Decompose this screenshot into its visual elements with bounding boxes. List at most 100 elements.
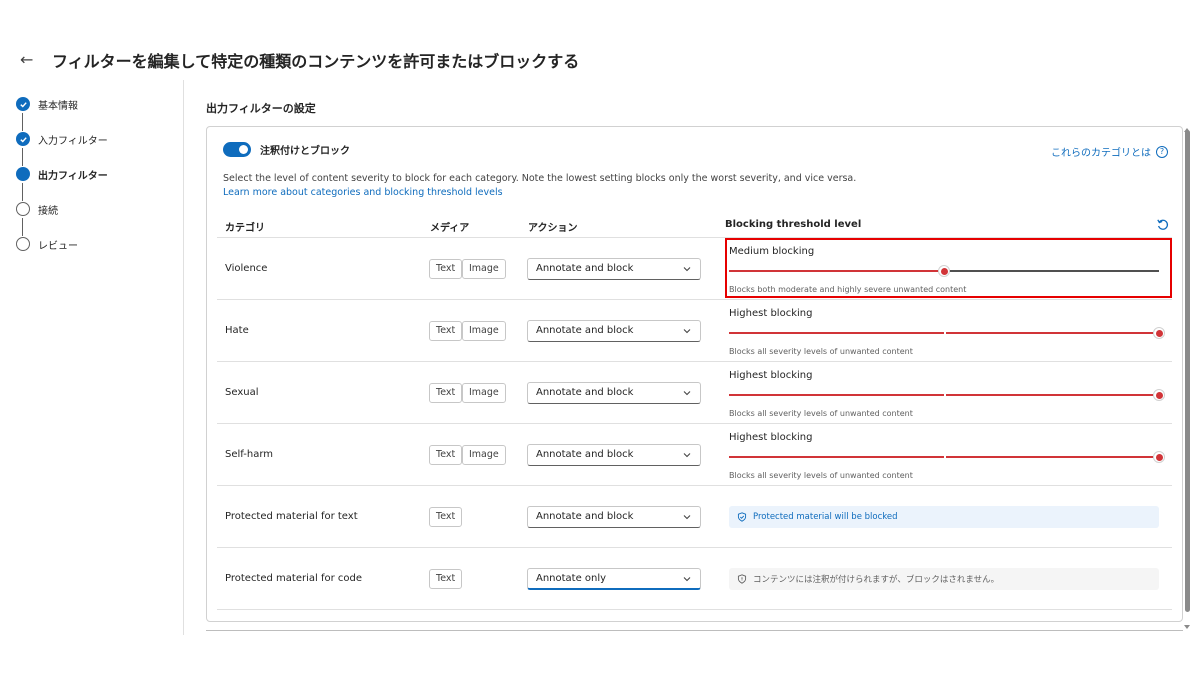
header-category: カテゴリ: [225, 223, 265, 234]
step-basic-info[interactable]: 基本情報: [16, 96, 176, 131]
step-connector: [22, 218, 23, 236]
slider-thumb[interactable]: [1153, 451, 1165, 463]
header-media: メディア: [430, 223, 470, 234]
page-header: ← フィルターを編集して特定の種類のコンテンツを許可またはブロックする: [20, 47, 579, 73]
reset-icon[interactable]: [1156, 218, 1170, 232]
output-filter-card: 注釈付けとブロック これらのカテゴリとは ? Select the level …: [206, 126, 1183, 622]
step-review[interactable]: レビュー: [16, 236, 176, 271]
annotate-block-toggle[interactable]: [223, 142, 251, 157]
step-connector: [22, 183, 23, 201]
dropdown-value: Annotate and block: [536, 263, 634, 274]
table-row-protected-code: Protected material for code Text Annotat…: [217, 548, 1172, 610]
section-title: 出力フィルターの設定: [206, 102, 316, 115]
step-label: 入力フィルター: [38, 136, 108, 147]
learn-more-link[interactable]: Learn more about categories and blocking…: [223, 187, 503, 198]
step-connector: [22, 148, 23, 166]
media-chip-image: Image: [462, 259, 506, 279]
scroll-down-arrow-icon[interactable]: [1184, 625, 1190, 629]
threshold-slider[interactable]: [729, 327, 1165, 339]
content-bottom-divider: [206, 630, 1183, 631]
dropdown-value: Annotate and block: [536, 325, 634, 336]
table-row-self-harm: Self-harm Text Image Annotate and block …: [217, 424, 1172, 486]
threshold-caption: Blocks all severity levels of unwanted c…: [729, 471, 913, 480]
back-arrow-icon[interactable]: ←: [20, 52, 40, 68]
notice-text: コンテンツには注釈が付けられますが、ブロックはされません。: [753, 575, 1000, 585]
wizard-stepper: 基本情報 入力フィルター 出力フィルター 接続 レビュー: [16, 96, 176, 271]
slider-thumb[interactable]: [1153, 389, 1165, 401]
toggle-knob: [239, 145, 248, 154]
threshold-slider[interactable]: [729, 389, 1165, 401]
media-chip-text: Text: [429, 259, 463, 279]
check-icon: [16, 97, 30, 111]
slider-thumb[interactable]: [1153, 327, 1165, 339]
action-dropdown[interactable]: Annotate only: [527, 568, 701, 590]
category-label: Hate: [225, 325, 249, 336]
check-icon: [16, 132, 30, 146]
dropdown-value: Annotate and block: [536, 387, 634, 398]
chevron-down-icon: [683, 577, 691, 582]
step-label: レビュー: [38, 241, 78, 252]
table-row-sexual: Sexual Text Image Annotate and block Hig…: [217, 362, 1172, 424]
media-chip-image: Image: [462, 445, 506, 465]
sidebar-divider: [183, 80, 184, 635]
threshold-title: Highest blocking: [729, 432, 813, 443]
dropdown-value: Annotate and block: [536, 511, 634, 522]
slider-thumb-dot: [1156, 454, 1163, 461]
threshold-slider-block: Highest blocking Blocks all severity lev…: [725, 364, 1167, 422]
step-connector: [22, 113, 23, 131]
action-dropdown[interactable]: Annotate and block: [527, 320, 701, 342]
category-label: Protected material for text: [225, 511, 358, 522]
step-label: 接続: [38, 206, 58, 217]
annotate-only-notice: コンテンツには注釈が付けられますが、ブロックはされません。: [729, 568, 1159, 590]
chevron-down-icon: [683, 515, 691, 520]
shield-check-icon: [737, 512, 747, 522]
threshold-slider-block: Highest blocking Blocks all severity lev…: [725, 426, 1167, 484]
header-threshold: Blocking threshold level: [725, 219, 862, 230]
table-row-protected-text: Protected material for text Text Annotat…: [217, 486, 1172, 548]
annotate-block-toggle-row: 注釈付けとブロック: [223, 142, 350, 157]
threshold-slider[interactable]: [729, 451, 1165, 463]
header-action: アクション: [528, 223, 578, 234]
media-chip-text: Text: [429, 321, 463, 341]
category-label: Sexual: [225, 387, 259, 398]
step-input-filter[interactable]: 入力フィルター: [16, 131, 176, 166]
description-text: Select the level of content severity to …: [223, 173, 857, 184]
threshold-title: Highest blocking: [729, 308, 813, 319]
categories-help-link[interactable]: これらのカテゴリとは ?: [1051, 144, 1168, 159]
threshold-caption: Blocks all severity levels of unwanted c…: [729, 347, 913, 356]
toggle-label: 注釈付けとブロック: [260, 146, 350, 157]
action-dropdown[interactable]: Annotate and block: [527, 506, 701, 528]
media-chip-text: Text: [429, 507, 463, 527]
media-chip-text: Text: [429, 569, 463, 589]
category-label: Protected material for code: [225, 573, 362, 584]
chevron-down-icon: [683, 267, 691, 272]
action-dropdown[interactable]: Annotate and block: [527, 444, 701, 466]
table-row-violence: Violence Text Image Annotate and block M…: [217, 238, 1172, 300]
question-icon: ?: [1156, 145, 1168, 158]
threshold-title: Highest blocking: [729, 370, 813, 381]
pending-step-icon: [16, 202, 30, 216]
chevron-down-icon: [683, 453, 691, 458]
media-chip-text: Text: [429, 383, 463, 403]
step-output-filter[interactable]: 出力フィルター: [16, 166, 176, 201]
shield-icon: [737, 574, 747, 584]
slider-thumb-dot: [1156, 330, 1163, 337]
protected-notice: Protected material will be blocked: [729, 506, 1159, 528]
step-connection[interactable]: 接続: [16, 201, 176, 236]
pending-step-icon: [16, 237, 30, 251]
vertical-scrollbar[interactable]: [1183, 126, 1192, 631]
chevron-down-icon: [683, 329, 691, 334]
category-label: Self-harm: [225, 449, 274, 460]
slider-segment-marker: [944, 455, 946, 459]
table-row-hate: Hate Text Image Annotate and block Highe…: [217, 300, 1172, 362]
category-label: Violence: [225, 263, 268, 274]
help-link-text: これらのカテゴリとは: [1051, 148, 1151, 159]
notice-text: Protected material will be blocked: [753, 512, 898, 522]
highlight-box: [725, 238, 1172, 298]
action-dropdown[interactable]: Annotate and block: [527, 382, 701, 404]
current-step-icon: [16, 167, 30, 181]
scroll-thumb[interactable]: [1185, 130, 1190, 612]
chevron-down-icon: [683, 391, 691, 396]
media-chip-image: Image: [462, 383, 506, 403]
action-dropdown[interactable]: Annotate and block: [527, 258, 701, 280]
